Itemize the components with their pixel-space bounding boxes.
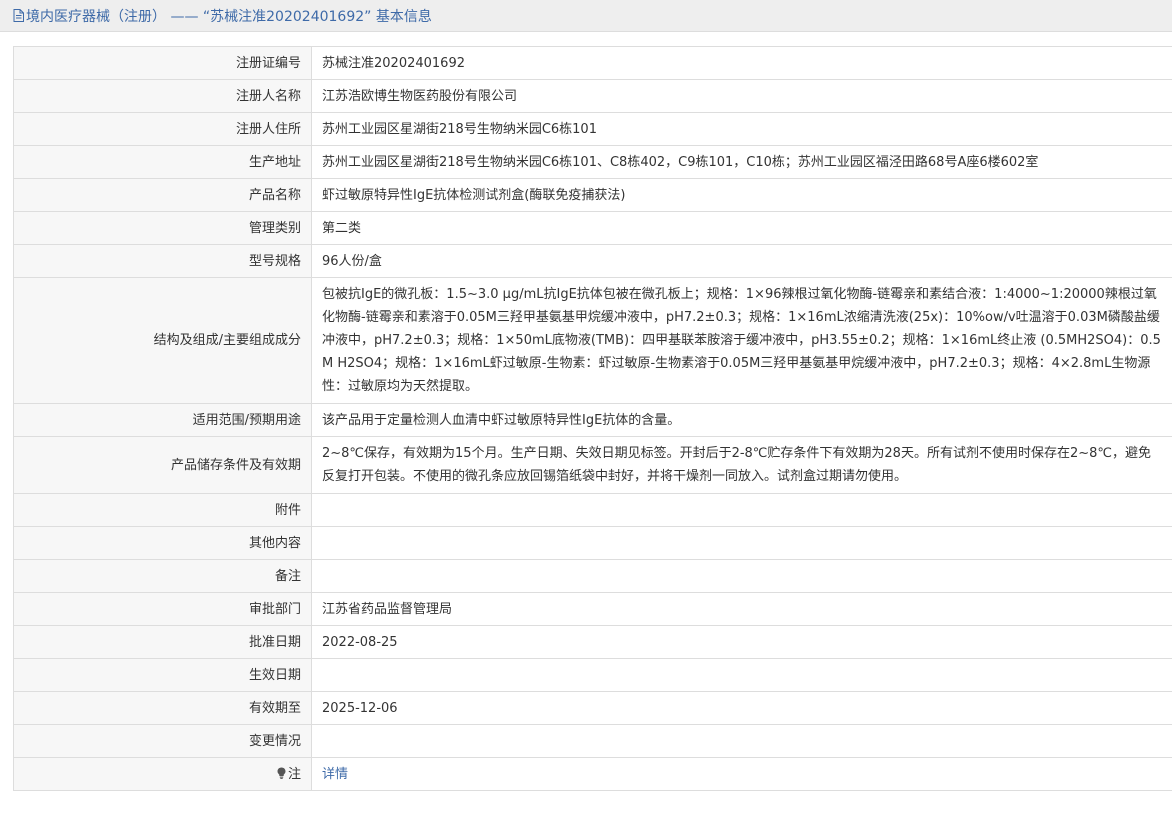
field-label: 有效期至 <box>13 691 312 725</box>
table-row: 生产地址 苏州工业园区星湖街218号生物纳米园C6栋101、C8栋402，C9栋1… <box>13 145 1172 179</box>
field-value: 96人份/盒 <box>311 244 1172 278</box>
field-value: 2022-08-25 <box>311 625 1172 659</box>
table-row: 附件 <box>13 493 1172 527</box>
table-row: 注册人名称 江苏浩欧博生物医药股份有限公司 <box>13 79 1172 113</box>
field-value: 江苏浩欧博生物医药股份有限公司 <box>311 79 1172 113</box>
field-value: 2~8℃保存，有效期为15个月。生产日期、失效日期见标签。开封后于2-8℃贮存条… <box>311 436 1172 494</box>
note-row: 注 详情 <box>13 757 1172 791</box>
page-title: 境内医疗器械（注册） —— “苏械注准20202401692” 基本信息 <box>26 8 432 25</box>
field-label: 注册人名称 <box>13 79 312 113</box>
field-value: 包被抗IgE的微孔板：1.5~3.0 μg/mL抗IgE抗体包被在微孔板上；规格… <box>311 277 1172 404</box>
field-label: 产品储存条件及有效期 <box>13 436 312 494</box>
field-value: 2025-12-06 <box>311 691 1172 725</box>
field-label: 管理类别 <box>13 211 312 245</box>
table-row: 有效期至 2025-12-06 <box>13 691 1172 725</box>
field-value <box>311 493 1172 527</box>
field-value: 苏械注准20202401692 <box>311 46 1172 80</box>
table-row: 其他内容 <box>13 526 1172 560</box>
field-label: 其他内容 <box>13 526 312 560</box>
field-label: 注册证编号 <box>13 46 312 80</box>
table-row: 变更情况 <box>13 724 1172 758</box>
field-label: 审批部门 <box>13 592 312 626</box>
table-row: 批准日期 2022-08-25 <box>13 625 1172 659</box>
field-value: 该产品用于定量检测人血清中虾过敏原特异性IgE抗体的含量。 <box>311 403 1172 437</box>
field-label: 生效日期 <box>13 658 312 692</box>
table-row: 产品名称 虾过敏原特异性IgE抗体检测试剂盒(酶联免疫捕获法) <box>13 178 1172 212</box>
field-value <box>311 724 1172 758</box>
document-icon <box>13 9 24 22</box>
field-value: 苏州工业园区星湖街218号生物纳米园C6栋101、C8栋402，C9栋101，C… <box>311 145 1172 179</box>
page-header: 境内医疗器械（注册） —— “苏械注准20202401692” 基本信息 <box>0 0 1172 32</box>
table-row: 结构及组成/主要组成成分 包被抗IgE的微孔板：1.5~3.0 μg/mL抗IgE… <box>13 277 1172 404</box>
field-value <box>311 658 1172 692</box>
table-row: 注册人住所 苏州工业园区星湖街218号生物纳米园C6栋101 <box>13 112 1172 146</box>
field-label: 产品名称 <box>13 178 312 212</box>
field-label: 型号规格 <box>13 244 312 278</box>
field-label: 附件 <box>13 493 312 527</box>
table-row: 生效日期 <box>13 658 1172 692</box>
field-label: 备注 <box>13 559 312 593</box>
details-link[interactable]: 详情 <box>322 767 348 782</box>
note-label: 注 <box>287 766 301 782</box>
field-value: 虾过敏原特异性IgE抗体检测试剂盒(酶联免疫捕获法) <box>311 178 1172 212</box>
table-row: 管理类别 第二类 <box>13 211 1172 245</box>
field-label: 注册人住所 <box>13 112 312 146</box>
table-row: 注册证编号 苏械注准20202401692 <box>13 46 1172 80</box>
field-value: 第二类 <box>311 211 1172 245</box>
note-value-cell: 详情 <box>311 757 1172 791</box>
field-label: 批准日期 <box>13 625 312 659</box>
field-label: 变更情况 <box>13 724 312 758</box>
note-label-cell: 注 <box>13 757 312 791</box>
table-row: 备注 <box>13 559 1172 593</box>
table-row: 审批部门 江苏省药品监督管理局 <box>13 592 1172 626</box>
field-value: 苏州工业园区星湖街218号生物纳米园C6栋101 <box>311 112 1172 146</box>
table-row: 适用范围/预期用途 该产品用于定量检测人血清中虾过敏原特异性IgE抗体的含量。 <box>13 403 1172 437</box>
lightbulb-icon <box>277 764 286 779</box>
detail-table: 注册证编号 苏械注准20202401692 注册人名称 江苏浩欧博生物医药股份有限公司… <box>13 46 1172 791</box>
field-value: 江苏省药品监督管理局 <box>311 592 1172 626</box>
table-row: 产品储存条件及有效期 2~8℃保存，有效期为15个月。生产日期、失效日期见标签。开… <box>13 436 1172 494</box>
field-label: 结构及组成/主要组成成分 <box>13 277 312 404</box>
field-value <box>311 559 1172 593</box>
field-label: 适用范围/预期用途 <box>13 403 312 437</box>
field-label: 生产地址 <box>13 145 312 179</box>
table-row: 型号规格 96人份/盒 <box>13 244 1172 278</box>
detail-table-body: 注册证编号 苏械注准20202401692 注册人名称 江苏浩欧博生物医药股份有限公司… <box>13 46 1172 791</box>
field-value <box>311 526 1172 560</box>
